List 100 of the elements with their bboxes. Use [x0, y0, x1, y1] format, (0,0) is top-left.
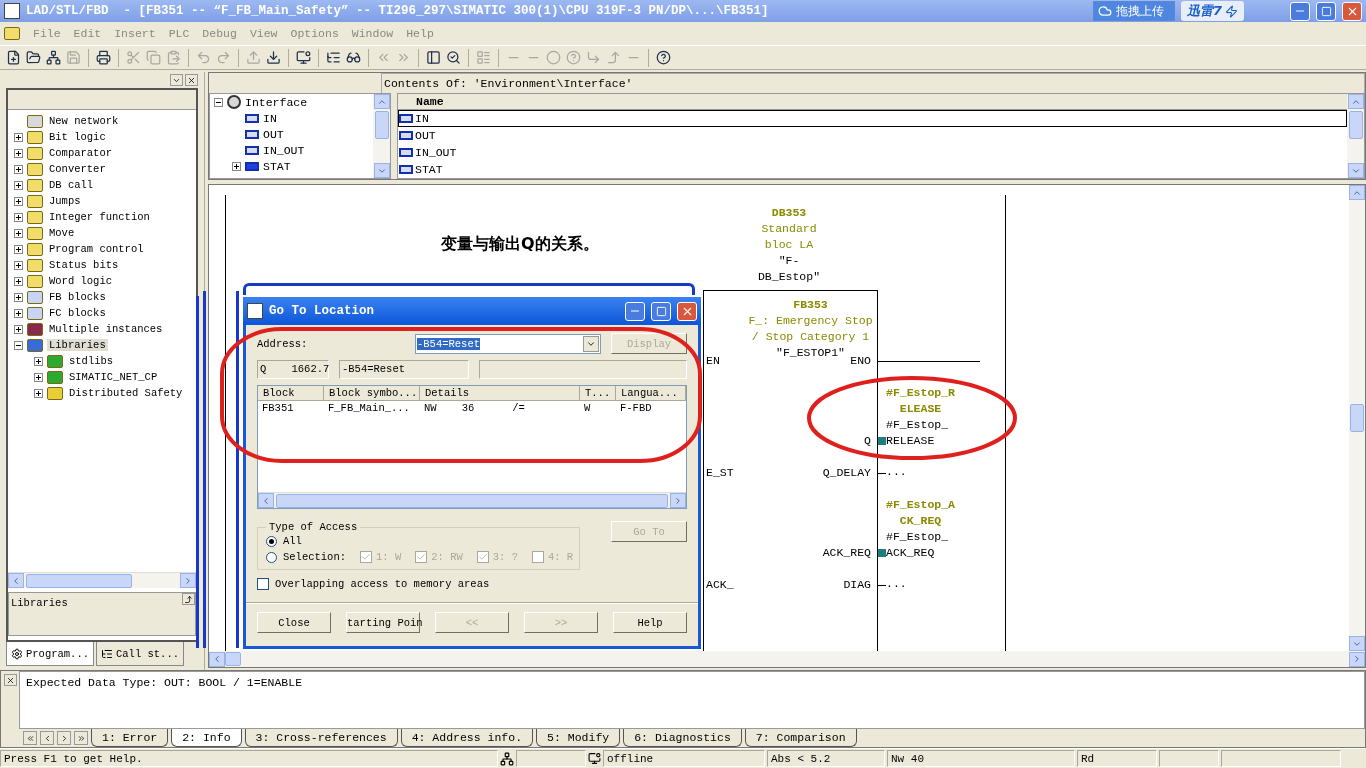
- pin-button[interactable]: [182, 593, 195, 605]
- app-logo[interactable]: 迅雷7: [1180, 1, 1244, 21]
- tree-item[interactable]: stdlibs: [67, 355, 116, 367]
- expand-icon[interactable]: [14, 292, 23, 302]
- save-icon[interactable]: [66, 50, 81, 65]
- tree-item[interactable]: Status bits: [47, 259, 121, 271]
- expand-icon[interactable]: [14, 132, 23, 142]
- column-header[interactable]: Name: [398, 94, 1347, 110]
- open-folder-icon[interactable]: [26, 50, 41, 65]
- tree-item[interactable]: IN: [263, 111, 277, 125]
- open-operand[interactable]: ...: [886, 577, 907, 590]
- scroll-button[interactable]: [373, 94, 390, 109]
- dropdown-button[interactable]: [170, 74, 183, 86]
- previous-tab-button[interactable]: [40, 731, 54, 745]
- scroll-button[interactable]: [1349, 651, 1365, 667]
- cut-icon[interactable]: [126, 50, 141, 65]
- expand-icon[interactable]: [14, 324, 23, 334]
- open-operand[interactable]: ...: [886, 465, 907, 478]
- new-file-icon[interactable]: [6, 50, 21, 65]
- expand-icon[interactable]: [34, 356, 43, 366]
- checkbox[interactable]: [257, 578, 269, 590]
- expand-icon[interactable]: [14, 228, 23, 238]
- scroll-thumb[interactable]: [1350, 404, 1364, 432]
- upload-button[interactable]: 拖拽上传: [1092, 1, 1175, 21]
- collapse-icon[interactable]: [214, 97, 223, 107]
- expand-icon[interactable]: [14, 180, 23, 190]
- list-row[interactable]: IN: [398, 110, 1347, 127]
- column-header[interactable]: T...: [580, 386, 616, 401]
- copy-icon[interactable]: [146, 50, 161, 65]
- expand-icon[interactable]: [14, 212, 23, 222]
- horizontal-scrollbar[interactable]: [209, 651, 1365, 667]
- tree-item[interactable]: STAT: [263, 159, 291, 173]
- vertical-scrollbar[interactable]: [1349, 185, 1365, 651]
- scroll-button[interactable]: [1347, 163, 1364, 178]
- panel-tab[interactable]: Call st...: [96, 642, 185, 666]
- glasses-icon[interactable]: [346, 50, 361, 65]
- scroll-button[interactable]: [373, 163, 390, 178]
- tree-item[interactable]: SIMATIC_NET_CP: [67, 371, 160, 383]
- scroll-thumb[interactable]: [1348, 111, 1363, 139]
- expand-icon[interactable]: [34, 372, 43, 382]
- new-network-icon[interactable]: [476, 50, 491, 65]
- tree-item[interactable]: Bit logic: [47, 131, 108, 143]
- address-combobox[interactable]: -B54=Reset: [415, 333, 601, 354]
- collapse-icon[interactable]: [14, 340, 23, 350]
- vertical-scrollbar[interactable]: [373, 94, 390, 178]
- tree-item[interactable]: Converter: [47, 163, 108, 175]
- node-list-icon[interactable]: [326, 50, 341, 65]
- tree-item[interactable]: Word logic: [47, 275, 114, 287]
- expand-icon[interactable]: [14, 260, 23, 270]
- scroll-button[interactable]: [209, 651, 225, 667]
- radio-button[interactable]: [266, 535, 277, 547]
- list-row[interactable]: STAT: [398, 161, 1347, 178]
- minimize-button[interactable]: [1290, 1, 1310, 21]
- scroll-thumb[interactable]: [225, 652, 241, 666]
- expand-icon[interactable]: [232, 161, 241, 171]
- tree-item[interactable]: Move: [47, 227, 77, 239]
- expand-icon[interactable]: [14, 276, 23, 286]
- horizontal-scrollbar[interactable]: [8, 572, 196, 588]
- dialog-button[interactable]: Help: [613, 612, 687, 633]
- minimize-button[interactable]: [625, 301, 645, 321]
- tree-item[interactable]: Libraries: [47, 339, 108, 351]
- dialog-button[interactable]: Close: [257, 612, 331, 633]
- scroll-button[interactable]: [1347, 94, 1364, 109]
- tree-item[interactable]: Integer function: [47, 211, 152, 223]
- column-header[interactable]: Langua...: [616, 386, 686, 401]
- expand-icon[interactable]: [34, 388, 43, 398]
- help-icon[interactable]: [656, 50, 671, 65]
- list-row[interactable]: OUT: [398, 127, 1347, 144]
- tree-item[interactable]: Jumps: [47, 195, 83, 207]
- panel-icon[interactable]: [426, 50, 441, 65]
- close-button[interactable]: [3, 674, 17, 686]
- overview-icon[interactable]: [446, 50, 461, 65]
- tree-item[interactable]: Program control: [47, 243, 146, 255]
- tree-item[interactable]: IN_OUT: [263, 143, 305, 157]
- redo-icon[interactable]: [216, 50, 231, 65]
- print-icon[interactable]: [96, 50, 111, 65]
- operand-label[interactable]: #F_Estop_RELEASE: [886, 417, 949, 449]
- maximize-button[interactable]: [1316, 1, 1336, 21]
- panel-tab[interactable]: Program...: [6, 642, 94, 666]
- dialog-button[interactable]: tarting Poin: [346, 612, 420, 633]
- list-row[interactable]: IN_OUT: [398, 144, 1347, 161]
- tree-item[interactable]: Comparator: [47, 147, 114, 159]
- expand-icon[interactable]: [14, 308, 23, 318]
- output-tab[interactable]: 1: Error: [91, 729, 169, 747]
- tree-item[interactable]: FB blocks: [47, 291, 108, 303]
- dropdown-button[interactable]: [583, 335, 599, 352]
- first-tab-button[interactable]: [23, 731, 37, 745]
- operand-label[interactable]: #F_Estop_ACK_REQ: [886, 529, 949, 561]
- output-tab[interactable]: 6: Diagnostics: [623, 729, 742, 747]
- coil-icon[interactable]: [546, 50, 561, 65]
- scroll-button[interactable]: [258, 493, 274, 508]
- output-tab[interactable]: 2: Info: [171, 729, 242, 747]
- expand-icon[interactable]: [14, 244, 23, 254]
- vertical-scrollbar[interactable]: [1347, 94, 1364, 178]
- output-tab[interactable]: 3: Cross-references: [244, 729, 398, 747]
- tree-item[interactable]: New network: [47, 115, 121, 127]
- scroll-thumb[interactable]: [374, 111, 389, 139]
- upload-icon[interactable]: [246, 50, 261, 65]
- close-branch-icon[interactable]: [606, 50, 621, 65]
- close-button[interactable]: [185, 74, 198, 86]
